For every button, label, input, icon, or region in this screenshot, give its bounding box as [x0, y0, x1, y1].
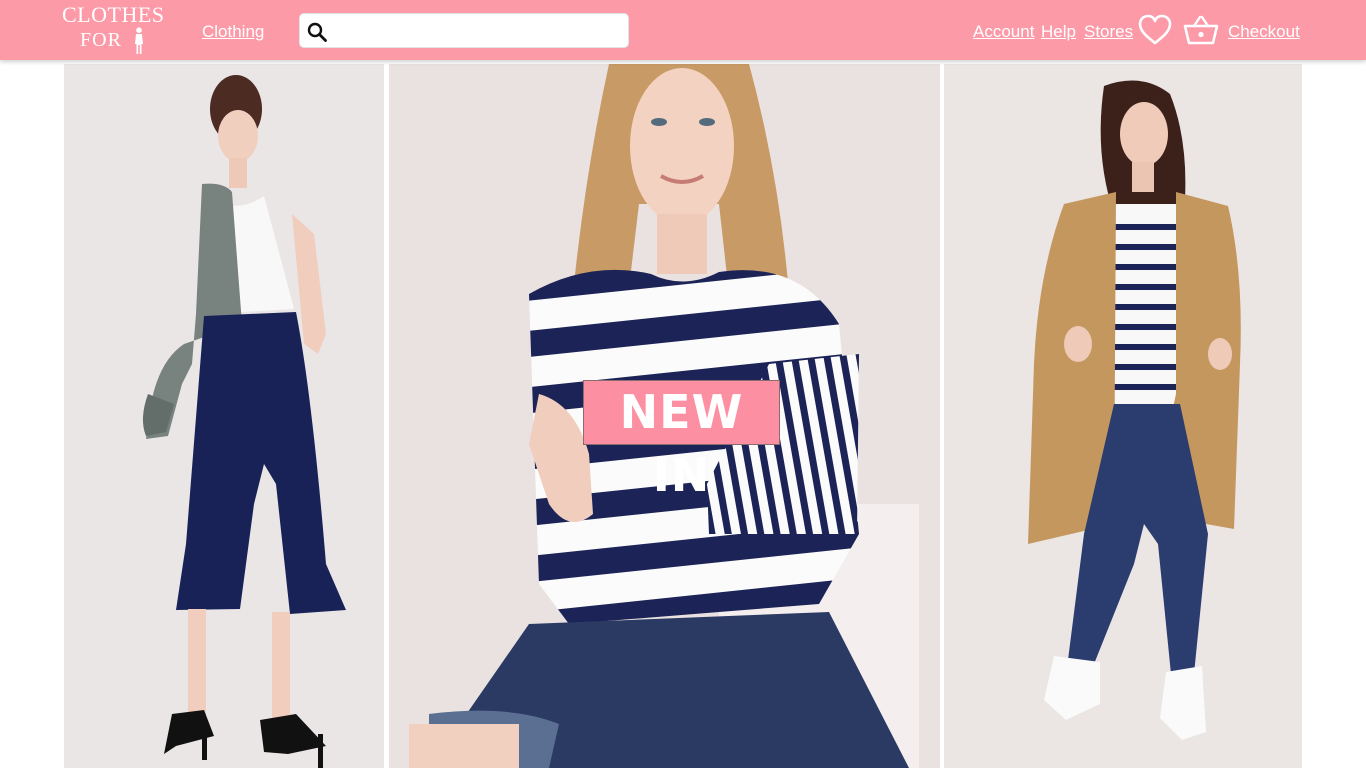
woman-figure-icon	[135, 27, 143, 54]
site-logo[interactable]: CLOTHES FOR	[62, 2, 164, 56]
hero-banner[interactable]: NEW IN	[64, 64, 1302, 768]
nav-link-help[interactable]: Help	[1041, 22, 1076, 42]
nav-link-checkout[interactable]: Checkout	[1228, 22, 1300, 42]
basket-icon	[1183, 15, 1219, 45]
wishlist-button[interactable]	[1138, 14, 1172, 46]
logo-text-line1: CLOTHES	[62, 2, 165, 27]
top-navigation-bar: CLOTHES FOR Clothing Account Help Stores…	[0, 0, 1366, 60]
logo-text-line2: FOR	[80, 29, 122, 51]
search-bar	[299, 13, 629, 48]
basket-button[interactable]	[1183, 14, 1219, 46]
hero-panel-left[interactable]	[64, 64, 384, 768]
new-in-badge[interactable]: NEW IN	[583, 380, 780, 502]
model-trench-coat-image	[944, 64, 1302, 768]
hero-panel-right[interactable]	[944, 64, 1302, 768]
nav-link-stores[interactable]: Stores	[1084, 22, 1133, 42]
search-input[interactable]	[334, 16, 624, 46]
model-cropped-trousers-image	[64, 64, 384, 768]
nav-link-account[interactable]: Account	[973, 22, 1034, 42]
heart-icon	[1138, 14, 1172, 45]
search-icon[interactable]	[306, 21, 328, 43]
nav-link-clothing[interactable]: Clothing	[202, 22, 264, 42]
